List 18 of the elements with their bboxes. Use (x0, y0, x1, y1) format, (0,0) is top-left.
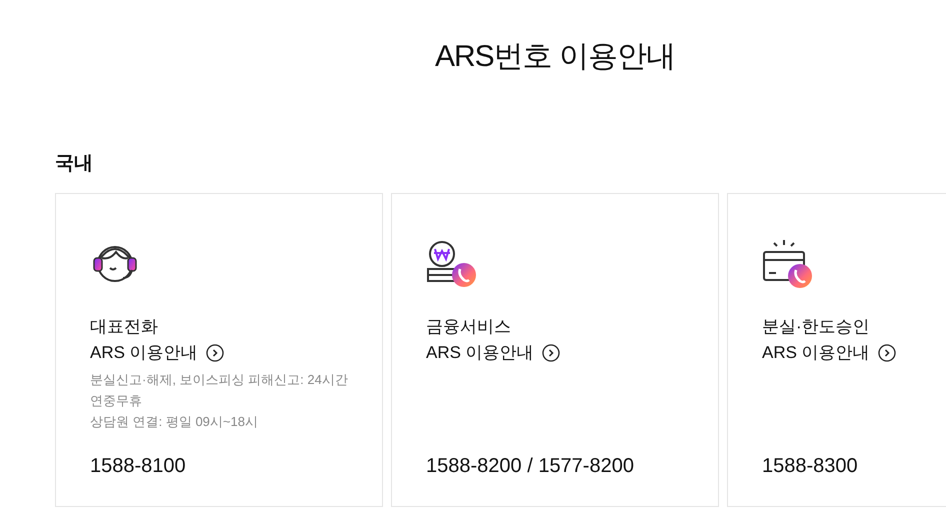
phone-number: 1588-8200 / 1577-8200 (426, 455, 635, 478)
section-title: 국내 (55, 152, 94, 176)
card-title: 분실·한도승인 (762, 316, 871, 338)
ars-guide-link[interactable]: ARS 이용안내 (90, 339, 224, 367)
chevron-circle-icon (542, 344, 560, 362)
chevron-circle-icon (878, 344, 896, 362)
card-title: 대표전화 (90, 316, 159, 338)
card-title: 금융서비스 (426, 316, 512, 338)
phone-number: 1588-8300 (762, 455, 859, 478)
ars-guide-link[interactable]: ARS 이용안내 (762, 339, 896, 367)
card-phone-icon (762, 238, 814, 288)
coin-phone-icon (426, 238, 478, 288)
ars-guide-link[interactable]: ARS 이용안내 (426, 339, 560, 367)
note-text: 상담원 연결: 평일 09시~18시 (90, 413, 259, 431)
phone-number: 1588-8100 (90, 455, 187, 478)
page-title: ARS번호 이용안내 (434, 39, 676, 75)
note-text: 분실신고·해제, 보이스피싱 피해신고: 24시간 연중무휴 (90, 371, 349, 410)
chevron-circle-icon (206, 344, 224, 362)
